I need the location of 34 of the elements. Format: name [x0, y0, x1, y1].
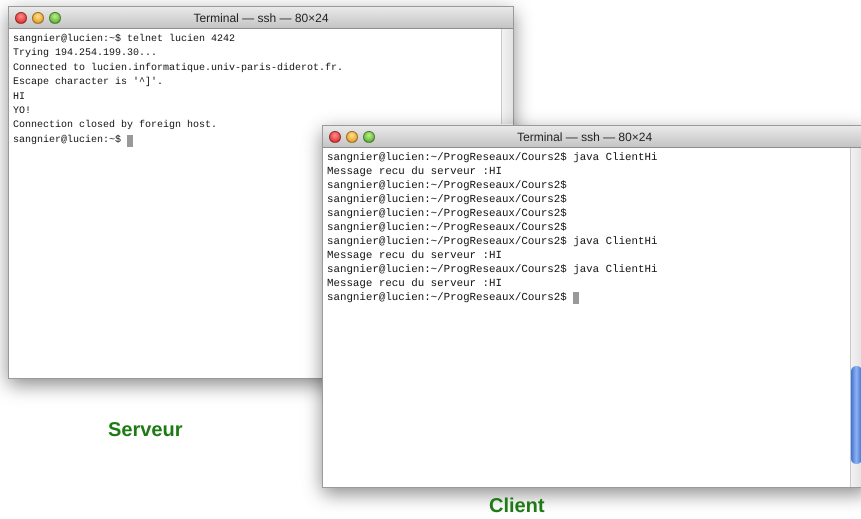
scrollbar[interactable] — [501, 29, 513, 124]
terminal-line: sangnier@lucien:~/ProgReseaux/Cours2$ java ClientHi — [327, 235, 658, 249]
terminal-line: sangnier@lucien:~/ProgReseaux/Cours2$ java ClientHi — [327, 151, 658, 165]
close-button[interactable] — [15, 12, 27, 24]
caption: Serveur — [108, 419, 182, 442]
terminal-line: Message recu du serveur :HI — [327, 165, 503, 179]
terminal-line: sangnier@lucien:~/ProgReseaux/Cours2$ — [327, 207, 568, 221]
terminal-line: sangnier@lucien:~$ — [13, 134, 122, 148]
zoom-button[interactable] — [49, 12, 61, 24]
window-title: Terminal — ssh — 80×24 — [193, 10, 329, 24]
window-title: Terminal — ssh — 80×24 — [517, 130, 652, 144]
terminal-line: sangnier@lucien:~/ProgReseaux/Cours2$ — [327, 291, 567, 305]
terminal-line: sangnier@lucien:~/ProgReseaux/Cours2$ java ClientHi — [327, 263, 658, 277]
caption: Client — [489, 495, 545, 518]
terminal-line: sangnier@lucien:~/ProgReseaux/Cours2$ — [327, 193, 568, 207]
terminal-line: Message recu du serveur :HI — [327, 249, 503, 263]
terminal-line: Connected to lucien.informatique.univ-paris-diderot.fr. — [13, 62, 344, 76]
terminal-line: YO! — [13, 105, 32, 120]
terminal-line: sangnier@lucien:~/ProgReseaux/Cours2$ — [327, 221, 568, 235]
terminal-line: Connection closed by foreign host. — [13, 119, 218, 134]
scroll-thumb[interactable] — [851, 366, 861, 464]
text-cursor — [127, 135, 134, 148]
zoom-button[interactable] — [363, 130, 375, 142]
text-cursor — [572, 292, 579, 304]
terminal-line: Escape character is '^]'. — [13, 76, 164, 90]
terminal-line: sangnier@lucien:~/ProgReseaux/Cours2$ — [327, 179, 568, 193]
minimize-button[interactable] — [346, 130, 358, 142]
terminal-line: HI — [13, 90, 26, 105]
minimize-button[interactable] — [32, 12, 44, 24]
terminal-line: Trying 194.254.199.30... — [13, 47, 158, 62]
terminal-line: Message recu du serveur :HI — [327, 277, 503, 291]
terminal-line: sangnier@lucien:~$ telnet lucien 4242 — [13, 33, 236, 47]
close-button[interactable] — [329, 130, 341, 142]
scrollbar[interactable] — [850, 148, 861, 487]
